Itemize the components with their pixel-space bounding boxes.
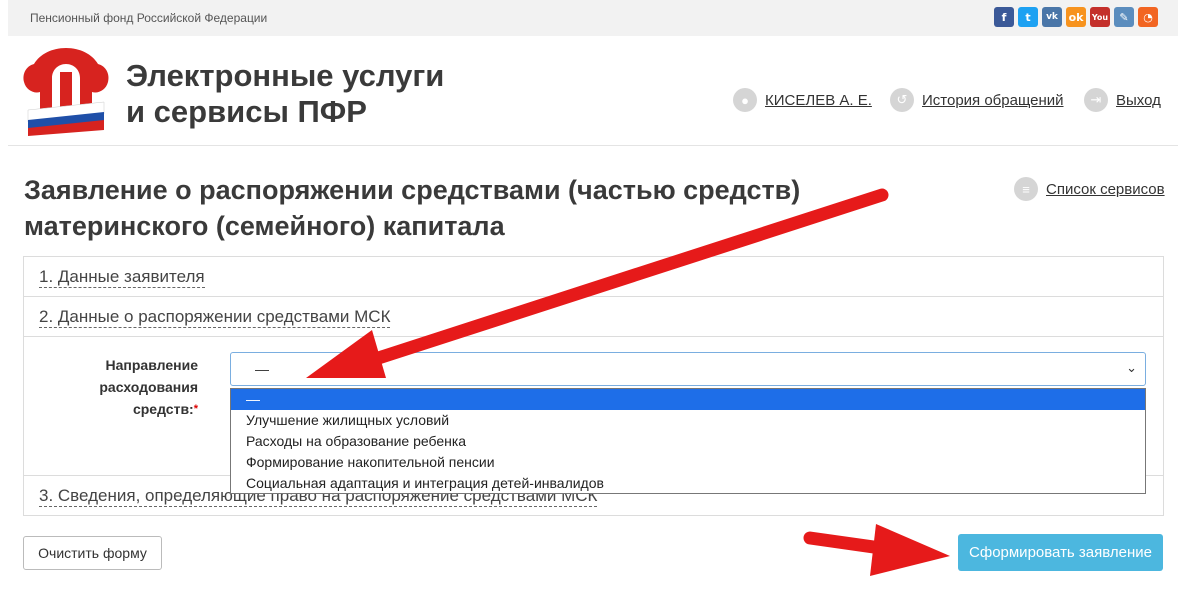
site-title-line1: Электронные услуги <box>126 58 445 93</box>
option-pension[interactable]: Формирование накопительной пенсии <box>231 452 1145 473</box>
section-applicant-label[interactable]: 1. Данные заявителя <box>39 267 205 288</box>
logout-icon: ⇥ <box>1084 88 1108 112</box>
selected-value: — <box>255 361 269 377</box>
option-empty[interactable]: — <box>231 389 1145 410</box>
user-profile-link[interactable]: ● КИСЕЛЕВ А. Е. <box>733 88 872 112</box>
history-icon: ↺ <box>890 88 914 112</box>
services-list-label[interactable]: Список сервисов <box>1046 181 1165 198</box>
section-msk-disposal-label[interactable]: 2. Данные о распоряжении средствами МСК <box>39 307 391 328</box>
submit-application-button[interactable]: Сформировать заявление <box>958 534 1163 571</box>
pfr-logo[interactable] <box>22 44 110 136</box>
option-education[interactable]: Расходы на образование ребенка <box>231 431 1145 452</box>
youtube-icon[interactable]: You <box>1090 7 1110 27</box>
page-title: Заявление о распоряжении средствами (час… <box>24 175 801 241</box>
history-link[interactable]: ↺ История обращений <box>890 88 1064 112</box>
spending-direction-label-text: Направление расходования средств: <box>99 357 198 417</box>
user-icon: ● <box>733 88 757 112</box>
option-disabled-children[interactable]: Социальная адаптация и интеграция детей-… <box>231 473 1145 494</box>
list-icon: ≡ <box>1014 177 1038 201</box>
services-list-link[interactable]: ≡ Список сервисов <box>1014 177 1165 201</box>
spending-direction-select[interactable]: — ⌄ <box>230 352 1146 386</box>
section-msk-disposal[interactable]: 2. Данные о распоряжении средствами МСК <box>24 297 1163 337</box>
clear-form-button[interactable]: Очистить форму <box>23 536 162 570</box>
site-title-line2: и сервисы ПФР <box>126 94 367 129</box>
option-housing[interactable]: Улучшение жилищных условий <box>231 410 1145 431</box>
required-mark: * <box>193 403 198 415</box>
logout-label[interactable]: Выход <box>1116 92 1161 109</box>
org-name: Пенсионный фонд Российской Федерации <box>30 11 268 25</box>
chevron-down-icon[interactable]: ⌄ <box>1126 360 1137 376</box>
vk-icon[interactable]: vk <box>1042 7 1062 27</box>
header-divider <box>8 145 1178 146</box>
user-name[interactable]: КИСЕЛЕВ А. Е. <box>765 92 872 109</box>
arrow-to-submit-icon <box>803 524 950 576</box>
spending-direction-options[interactable]: — Улучшение жилищных условий Расходы на … <box>230 388 1146 494</box>
history-label[interactable]: История обращений <box>922 92 1064 109</box>
odnoklassniki-icon[interactable]: ok <box>1066 7 1086 27</box>
twitter-icon[interactable]: t <box>1018 7 1038 27</box>
logout-link[interactable]: ⇥ Выход <box>1084 88 1161 112</box>
site-header: Электронные услуги и сервисы ПФР ● КИСЕЛ… <box>0 36 1194 146</box>
facebook-icon[interactable]: f <box>994 7 1014 27</box>
rss-icon[interactable]: ◔ <box>1138 7 1158 27</box>
top-bar: Пенсионный фонд Российской Федерации f t… <box>8 0 1178 36</box>
social-links: f t vk ok You ✎ ◔ <box>994 7 1158 27</box>
site-title: Электронные услуги и сервисы ПФР <box>126 58 444 130</box>
spending-direction-label: Направление расходования средств:* <box>80 354 198 420</box>
section-applicant[interactable]: 1. Данные заявителя <box>24 257 1163 297</box>
livejournal-icon[interactable]: ✎ <box>1114 7 1134 27</box>
